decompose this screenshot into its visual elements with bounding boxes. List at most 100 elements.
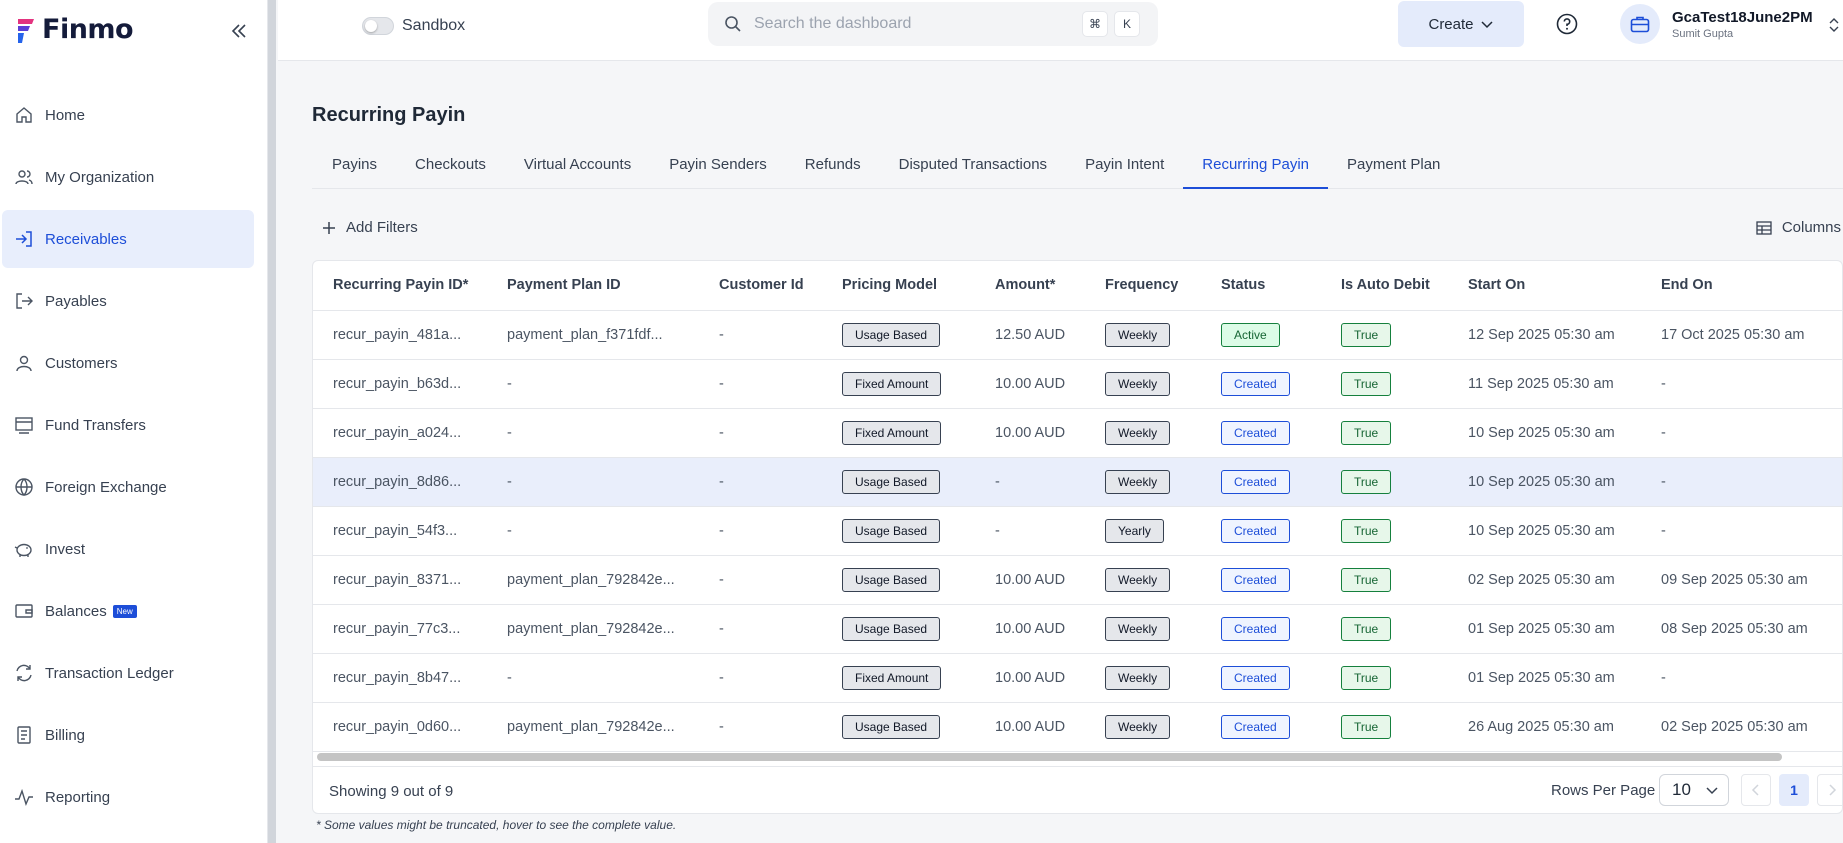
chevron-down-icon [1706, 787, 1718, 795]
sidebar-scrollbar[interactable] [268, 0, 276, 843]
table-cell: Weekly [1085, 310, 1201, 360]
plus-icon [323, 221, 335, 234]
columns-button[interactable]: Columns [1756, 219, 1843, 236]
sidebar-item-label: Receivables [45, 230, 127, 248]
brand-name: Finmo [42, 14, 134, 45]
pricing-model-badge: Usage Based [842, 518, 941, 543]
table-row[interactable]: recur_payin_8371... payment_plan_792842e.… [313, 555, 1842, 605]
sidebar-item-balances[interactable]: Balances New [2, 582, 254, 640]
home-icon [14, 105, 34, 125]
user-icon [14, 353, 34, 373]
table-cell: - [699, 310, 822, 360]
sidebar-item-my-organization[interactable]: My Organization [2, 148, 254, 206]
column-header[interactable]: Frequency [1085, 261, 1201, 311]
column-header[interactable]: Recurring Payin ID* [313, 261, 487, 311]
status-badge: Created [1221, 371, 1290, 396]
table-cell: True [1321, 506, 1448, 556]
search-input[interactable] [754, 15, 1054, 33]
tab-virtual-accounts[interactable]: Virtual Accounts [505, 147, 650, 189]
tab-payins[interactable]: Payins [312, 147, 396, 189]
frequency-badge: Weekly [1105, 616, 1171, 641]
auto-debit-badge: True [1341, 567, 1392, 592]
sidebar-item-reporting[interactable]: Reporting [2, 768, 254, 826]
table-cell: Usage Based [822, 506, 975, 556]
sidebar-item-transaction-ledger[interactable]: Transaction Ledger [2, 644, 254, 702]
tab-payment-plan[interactable]: Payment Plan [1328, 147, 1459, 189]
table-row[interactable]: recur_payin_54f3... - - Usage Based - Yearly C… [313, 506, 1842, 556]
payin-id-cell: recur_payin_54f3... [333, 522, 458, 539]
sidebar-item-foreign-exchange[interactable]: Foreign Exchange [2, 458, 254, 516]
sidebar-item-home[interactable]: Home [2, 86, 254, 144]
columns-label: Columns [1781, 219, 1841, 236]
table-cell: 12 Sep 2025 05:30 am [1448, 310, 1641, 360]
sidebar-item-fund-transfers[interactable]: Fund Transfers [2, 396, 254, 454]
prev-page-button[interactable] [1741, 774, 1771, 806]
next-page-button[interactable] [1817, 774, 1842, 806]
kbd-cmd: ⌘ [1082, 11, 1108, 37]
tab-disputed-transactions[interactable]: Disputed Transactions [880, 147, 1066, 189]
column-header[interactable]: Pricing Model [822, 261, 975, 311]
help-icon[interactable] [1556, 13, 1578, 35]
org-switcher[interactable]: GcaTest18June2PM Sumit Gupta [1620, 4, 1813, 44]
column-header[interactable]: Payment Plan ID [487, 261, 699, 311]
chevron-up-down-icon[interactable] [1828, 16, 1840, 34]
table-row[interactable]: recur_payin_8b47... - - Fixed Amount 10.00 A… [313, 653, 1842, 703]
search-icon [725, 16, 741, 32]
pricing-model-badge: Fixed Amount [842, 371, 942, 396]
sidebar-item-receivables[interactable]: Receivables [2, 210, 254, 268]
table-cell: 10.00 AUD [975, 555, 1085, 605]
column-header[interactable]: Is Auto Debit [1321, 261, 1448, 311]
column-header[interactable]: Status [1201, 261, 1321, 311]
collapse-sidebar-icon[interactable] [228, 20, 250, 42]
table-cell: 02 Sep 2025 05:30 am [1641, 702, 1842, 752]
add-filters-button[interactable]: Add Filters [322, 219, 418, 236]
table-cell: - [1641, 408, 1842, 458]
payin-id-cell: recur_payin_8d86... [333, 473, 462, 490]
pricing-model-badge: Fixed Amount [842, 420, 942, 445]
start-on-cell: 11 Sep 2025 05:30 am [1468, 375, 1614, 392]
plan-id-cell: payment_plan_792842e... [507, 718, 675, 735]
search-bar[interactable]: ⌘ K [708, 2, 1158, 46]
table-row[interactable]: recur_payin_8d86... - - Usage Based - Weekly C… [313, 457, 1842, 507]
frequency-badge: Weekly [1105, 469, 1171, 494]
status-badge: Created [1221, 665, 1290, 690]
finmo-logo[interactable]: Finmo [14, 14, 134, 45]
sidebar-item-billing[interactable]: Billing [2, 706, 254, 764]
sandbox-label: Sandbox [402, 17, 466, 34]
start-on-cell: 26 Aug 2025 05:30 am [1468, 718, 1614, 735]
sidebar-item-invest[interactable]: Invest [2, 520, 254, 578]
tab-payin-intent[interactable]: Payin Intent [1066, 147, 1183, 189]
column-header[interactable]: End On [1641, 261, 1842, 311]
table-row[interactable]: recur_payin_77c3... payment_plan_792842e.… [313, 604, 1842, 654]
table-cell: payment_plan_792842e... [487, 604, 699, 654]
start-on-cell: 10 Sep 2025 05:30 am [1468, 522, 1615, 539]
rows-per-page-select[interactable]: 10 [1659, 774, 1729, 806]
tab-payin-senders[interactable]: Payin Senders [650, 147, 786, 189]
sidebar-nav: Home My Organization Receivables Payables Cu… [0, 84, 268, 830]
table-cell: Created [1201, 604, 1321, 654]
table-cell: recur_payin_8371... [313, 555, 487, 605]
create-button[interactable]: Create [1398, 1, 1524, 47]
column-header[interactable]: Amount* [975, 261, 1085, 311]
table-row[interactable]: recur_payin_a024... - - Fixed Amount 10.00 A… [313, 408, 1842, 458]
column-header[interactable]: Customer Id [699, 261, 822, 311]
table-cell: 10.00 AUD [975, 408, 1085, 458]
horizontal-scrollbar[interactable] [317, 753, 1782, 761]
table-cell: Created [1201, 702, 1321, 752]
sidebar-item-label: My Organization [45, 168, 155, 186]
tab-refunds[interactable]: Refunds [786, 147, 880, 189]
login-arrow-icon [14, 229, 34, 249]
table-row[interactable]: recur_payin_b63d... - - Fixed Amount 10.00 A… [313, 359, 1842, 409]
column-header[interactable]: Start On [1448, 261, 1641, 311]
table-row[interactable]: recur_payin_481a... payment_plan_f371fdf.… [313, 310, 1842, 360]
table-cell: Fixed Amount [822, 653, 975, 703]
sidebar-item-label: Customers [45, 354, 118, 372]
sidebar-item-customers[interactable]: Customers [2, 334, 254, 392]
tab-checkouts[interactable]: Checkouts [396, 147, 505, 189]
sandbox-toggle[interactable] [362, 17, 394, 35]
table-row[interactable]: recur_payin_0d60... payment_plan_792842e.… [313, 702, 1842, 752]
status-badge: Created [1221, 518, 1290, 543]
sidebar-item-payables[interactable]: Payables [2, 272, 254, 330]
page-number-button[interactable]: 1 [1779, 774, 1809, 806]
tab-recurring-payin[interactable]: Recurring Payin [1183, 147, 1328, 189]
